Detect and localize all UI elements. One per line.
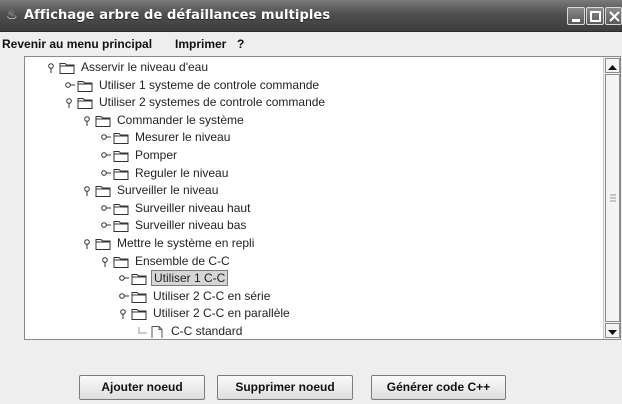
folder-icon <box>113 221 129 233</box>
folder-icon <box>95 239 111 250</box>
tree-node-label: Surveiller niveau haut <box>135 200 251 215</box>
tree-node[interactable]: Surveiller niveau bas <box>101 217 421 234</box>
menu-print[interactable]: Imprimer <box>175 37 226 51</box>
menu-help[interactable]: ? <box>237 37 244 51</box>
folder-icon <box>59 63 75 74</box>
tree-node-label: Reguler le niveau <box>135 165 229 180</box>
tree-node-label: Surveiller niveau bas <box>135 218 247 233</box>
folder-icon <box>131 291 147 303</box>
folder-icon <box>113 151 129 162</box>
minimize-button[interactable] <box>567 7 585 25</box>
folder-icon <box>113 256 129 268</box>
minimize-icon <box>572 19 580 22</box>
delete-node-button[interactable]: Supprimer noeud <box>217 375 353 400</box>
collapsed-handle-icon[interactable] <box>119 274 129 284</box>
folder-icon <box>113 203 129 215</box>
expanded-handle-icon[interactable] <box>101 256 111 267</box>
tree-node[interactable]: Mettre le système en repli <box>83 235 403 252</box>
collapsed-handle-icon[interactable] <box>119 292 129 302</box>
tree-node-label: Commander le système <box>117 112 244 127</box>
tree-node[interactable]: Asservir le niveau d'eau <box>47 59 367 76</box>
tree-node-label: Utiliser 1 C-C <box>151 270 229 287</box>
tree-node-label: Pomper <box>135 148 178 162</box>
folder-icon <box>113 168 129 180</box>
folder-icon <box>95 186 111 198</box>
close-icon <box>609 11 620 22</box>
tree-line-icon <box>138 327 147 334</box>
tree-node[interactable]: Commander le système <box>83 112 403 129</box>
tree-node[interactable]: Utiliser 1 C-C <box>119 270 439 287</box>
expanded-handle-icon[interactable] <box>119 309 129 320</box>
tree-node[interactable]: Utiliser 2 C-C en parallèle <box>119 305 439 322</box>
tree-node-label: Mesurer le niveau <box>135 130 231 145</box>
scroll-up-button[interactable] <box>605 58 620 73</box>
window-title: Affichage arbre de défaillances multiple… <box>24 8 331 23</box>
expanded-handle-icon[interactable] <box>83 115 93 126</box>
expanded-handle-icon[interactable] <box>83 239 93 249</box>
folder-icon <box>113 133 129 145</box>
document-icon <box>151 326 163 338</box>
collapsed-handle-icon[interactable] <box>65 81 75 91</box>
tree-node[interactable]: Ensemble de C-C <box>101 253 421 270</box>
tree-node-label: Mettre le système en repli <box>117 236 255 250</box>
collapsed-handle-icon[interactable] <box>101 169 111 179</box>
tree-node[interactable]: Mesurer le niveau <box>101 129 421 146</box>
close-button[interactable] <box>605 7 622 25</box>
generate-cpp-button[interactable]: Générer code C++ <box>371 375 506 400</box>
tree-node-label: Utiliser 1 systeme de controle commande <box>99 77 320 92</box>
collapsed-handle-icon[interactable] <box>101 151 111 161</box>
arrow-down-icon <box>608 330 617 335</box>
tree-node-label: Utiliser 2 C-C en parallèle <box>153 306 290 321</box>
grip-icon <box>610 194 616 202</box>
menu-bar: Revenir au menu principal Imprimer ? <box>0 34 622 54</box>
tree-node-label: Surveiller le niveau <box>117 183 219 198</box>
folder-icon <box>95 115 111 127</box>
tree-leaf-node[interactable]: C-C standard <box>137 323 457 339</box>
tree-node[interactable]: Utiliser 2 C-C en série <box>119 288 439 305</box>
folder-icon <box>77 80 93 92</box>
scroll-thumb[interactable] <box>605 74 620 322</box>
fault-tree[interactable]: Asservir le niveau d'eau Utiliser 1 syste… <box>25 57 603 339</box>
folder-icon <box>131 274 147 286</box>
tree-node-label: Utiliser 2 C-C en série <box>153 288 271 303</box>
collapsed-handle-icon[interactable] <box>101 204 111 214</box>
maximize-button[interactable] <box>586 7 604 25</box>
tree-node[interactable]: Utiliser 1 systeme de controle commande <box>65 77 385 94</box>
folder-icon <box>131 309 147 321</box>
tree-node-label: Ensemble de C-C <box>135 253 230 268</box>
tree-node[interactable]: Surveiller niveau haut <box>101 200 421 217</box>
maximize-icon <box>590 11 601 22</box>
expanded-handle-icon[interactable] <box>83 186 93 197</box>
tree-node[interactable]: Surveiller le niveau <box>83 182 403 199</box>
menu-back-to-main[interactable]: Revenir au menu principal <box>2 37 152 51</box>
collapsed-handle-icon[interactable] <box>101 221 111 231</box>
java-app-icon: ♨ <box>6 8 18 23</box>
tree-node[interactable]: Reguler le niveau <box>101 165 421 182</box>
scroll-down-button[interactable] <box>605 323 620 338</box>
tree-node-label: Asservir le niveau d'eau <box>81 60 209 74</box>
add-node-button[interactable]: Ajouter noeud <box>79 375 205 400</box>
tree-node-label: C-C standard <box>171 324 243 338</box>
tree-node[interactable]: Pomper <box>101 147 421 164</box>
tree-panel: Asservir le niveau d'eau Utiliser 1 syste… <box>24 56 621 340</box>
expanded-handle-icon[interactable] <box>65 98 75 109</box>
folder-icon <box>77 98 93 110</box>
collapsed-handle-icon[interactable] <box>101 133 111 143</box>
expanded-handle-icon[interactable] <box>47 63 57 73</box>
vertical-scrollbar[interactable] <box>603 57 620 339</box>
title-bar[interactable]: ♨ Affichage arbre de défaillances multip… <box>0 0 622 32</box>
arrow-up-icon <box>608 65 617 70</box>
tree-node[interactable]: Utiliser 2 systemes de controle commande <box>65 94 385 111</box>
tree-node-label: Utiliser 2 systemes de controle commande <box>99 95 326 110</box>
